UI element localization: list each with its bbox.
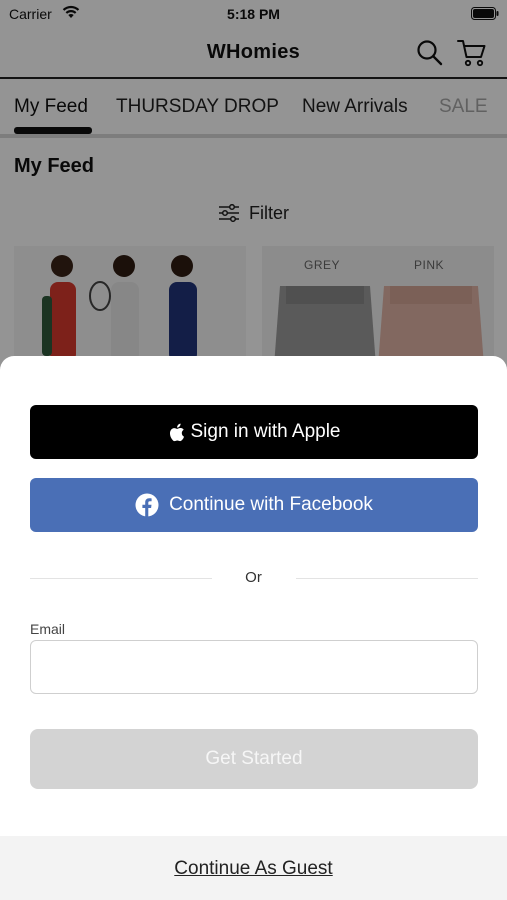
sign-in-with-apple-button[interactable]: Sign in with Apple (30, 405, 478, 459)
apple-button-label: Sign in with Apple (190, 421, 341, 442)
apple-icon (169, 423, 184, 441)
facebook-button-label: Continue with Facebook (169, 494, 373, 515)
email-field[interactable] (30, 640, 478, 694)
get-started-button[interactable]: Get Started (30, 729, 478, 789)
continue-as-guest-link[interactable]: Continue As Guest (0, 858, 507, 880)
facebook-icon (135, 493, 159, 517)
continue-with-facebook-button[interactable]: Continue with Facebook (30, 478, 478, 532)
email-label: Email (30, 621, 66, 637)
get-started-label: Get Started (205, 748, 303, 769)
sign-in-sheet: Sign in with Apple Continue with Faceboo… (0, 356, 507, 900)
divider-right (296, 578, 478, 579)
guest-bar: Continue As Guest (0, 836, 507, 900)
